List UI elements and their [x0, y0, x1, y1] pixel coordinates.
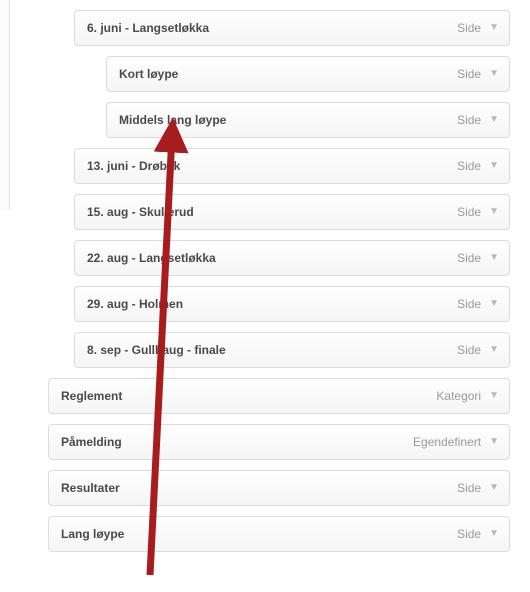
menu-item-type: Side	[457, 343, 481, 357]
menu-item-type: Side	[457, 251, 481, 265]
menu-item-title: Kort løype	[119, 67, 178, 81]
menu-item-type: Side	[457, 481, 481, 495]
chevron-down-icon[interactable]: ▼	[489, 207, 499, 217]
chevron-down-icon[interactable]: ▼	[489, 253, 499, 263]
menu-item-title: Middels lang løype	[119, 113, 226, 127]
menu-item-type: Side	[457, 159, 481, 173]
menu-item-title: 13. juni - Drøbak	[87, 159, 180, 173]
menu-items-list: 6. juni - Langsetløkka Side ▼ Kort løype…	[0, 0, 530, 572]
menu-item-type: Side	[457, 21, 481, 35]
panel-edge	[0, 0, 10, 210]
menu-item-title: 6. juni - Langsetløkka	[87, 21, 209, 35]
menu-item[interactable]: 29. aug - Holmen Side ▼	[74, 286, 510, 322]
menu-item-title: 15. aug - Skullerud	[87, 205, 194, 219]
menu-item-title: Reglement	[61, 389, 122, 403]
menu-item-type: Side	[457, 527, 481, 541]
menu-item[interactable]: 13. juni - Drøbak Side ▼	[74, 148, 510, 184]
menu-item-title: Resultater	[61, 481, 120, 495]
chevron-down-icon[interactable]: ▼	[489, 299, 499, 309]
menu-item[interactable]: Resultater Side ▼	[48, 470, 510, 506]
menu-item-title: Påmelding	[61, 435, 122, 449]
menu-item-type: Side	[457, 67, 481, 81]
menu-item[interactable]: 8. sep - Gullhaug - finale Side ▼	[74, 332, 510, 368]
menu-item-title: 29. aug - Holmen	[87, 297, 183, 311]
chevron-down-icon[interactable]: ▼	[489, 161, 499, 171]
menu-item-title: 8. sep - Gullhaug - finale	[87, 343, 226, 357]
menu-item[interactable]: Påmelding Egendefinert ▼	[48, 424, 510, 460]
menu-item[interactable]: Reglement Kategori ▼	[48, 378, 510, 414]
menu-item-type: Side	[457, 113, 481, 127]
menu-item[interactable]: Lang løype Side ▼	[48, 516, 510, 552]
menu-item-type: Kategori	[436, 389, 481, 403]
menu-item-type: Side	[457, 297, 481, 311]
menu-item[interactable]: Middels lang løype Side ▼	[106, 102, 510, 138]
menu-item[interactable]: 22. aug - Langsetløkka Side ▼	[74, 240, 510, 276]
menu-item-title: 22. aug - Langsetløkka	[87, 251, 216, 265]
chevron-down-icon[interactable]: ▼	[489, 69, 499, 79]
menu-item-type: Side	[457, 205, 481, 219]
chevron-down-icon[interactable]: ▼	[489, 391, 499, 401]
menu-item[interactable]: Kort løype Side ▼	[106, 56, 510, 92]
chevron-down-icon[interactable]: ▼	[489, 483, 499, 493]
chevron-down-icon[interactable]: ▼	[489, 529, 499, 539]
menu-item[interactable]: 15. aug - Skullerud Side ▼	[74, 194, 510, 230]
chevron-down-icon[interactable]: ▼	[489, 437, 499, 447]
chevron-down-icon[interactable]: ▼	[489, 115, 499, 125]
menu-item-title: Lang løype	[61, 527, 124, 541]
chevron-down-icon[interactable]: ▼	[489, 23, 499, 33]
chevron-down-icon[interactable]: ▼	[489, 345, 499, 355]
menu-item[interactable]: 6. juni - Langsetløkka Side ▼	[74, 10, 510, 46]
menu-item-type: Egendefinert	[413, 435, 481, 449]
